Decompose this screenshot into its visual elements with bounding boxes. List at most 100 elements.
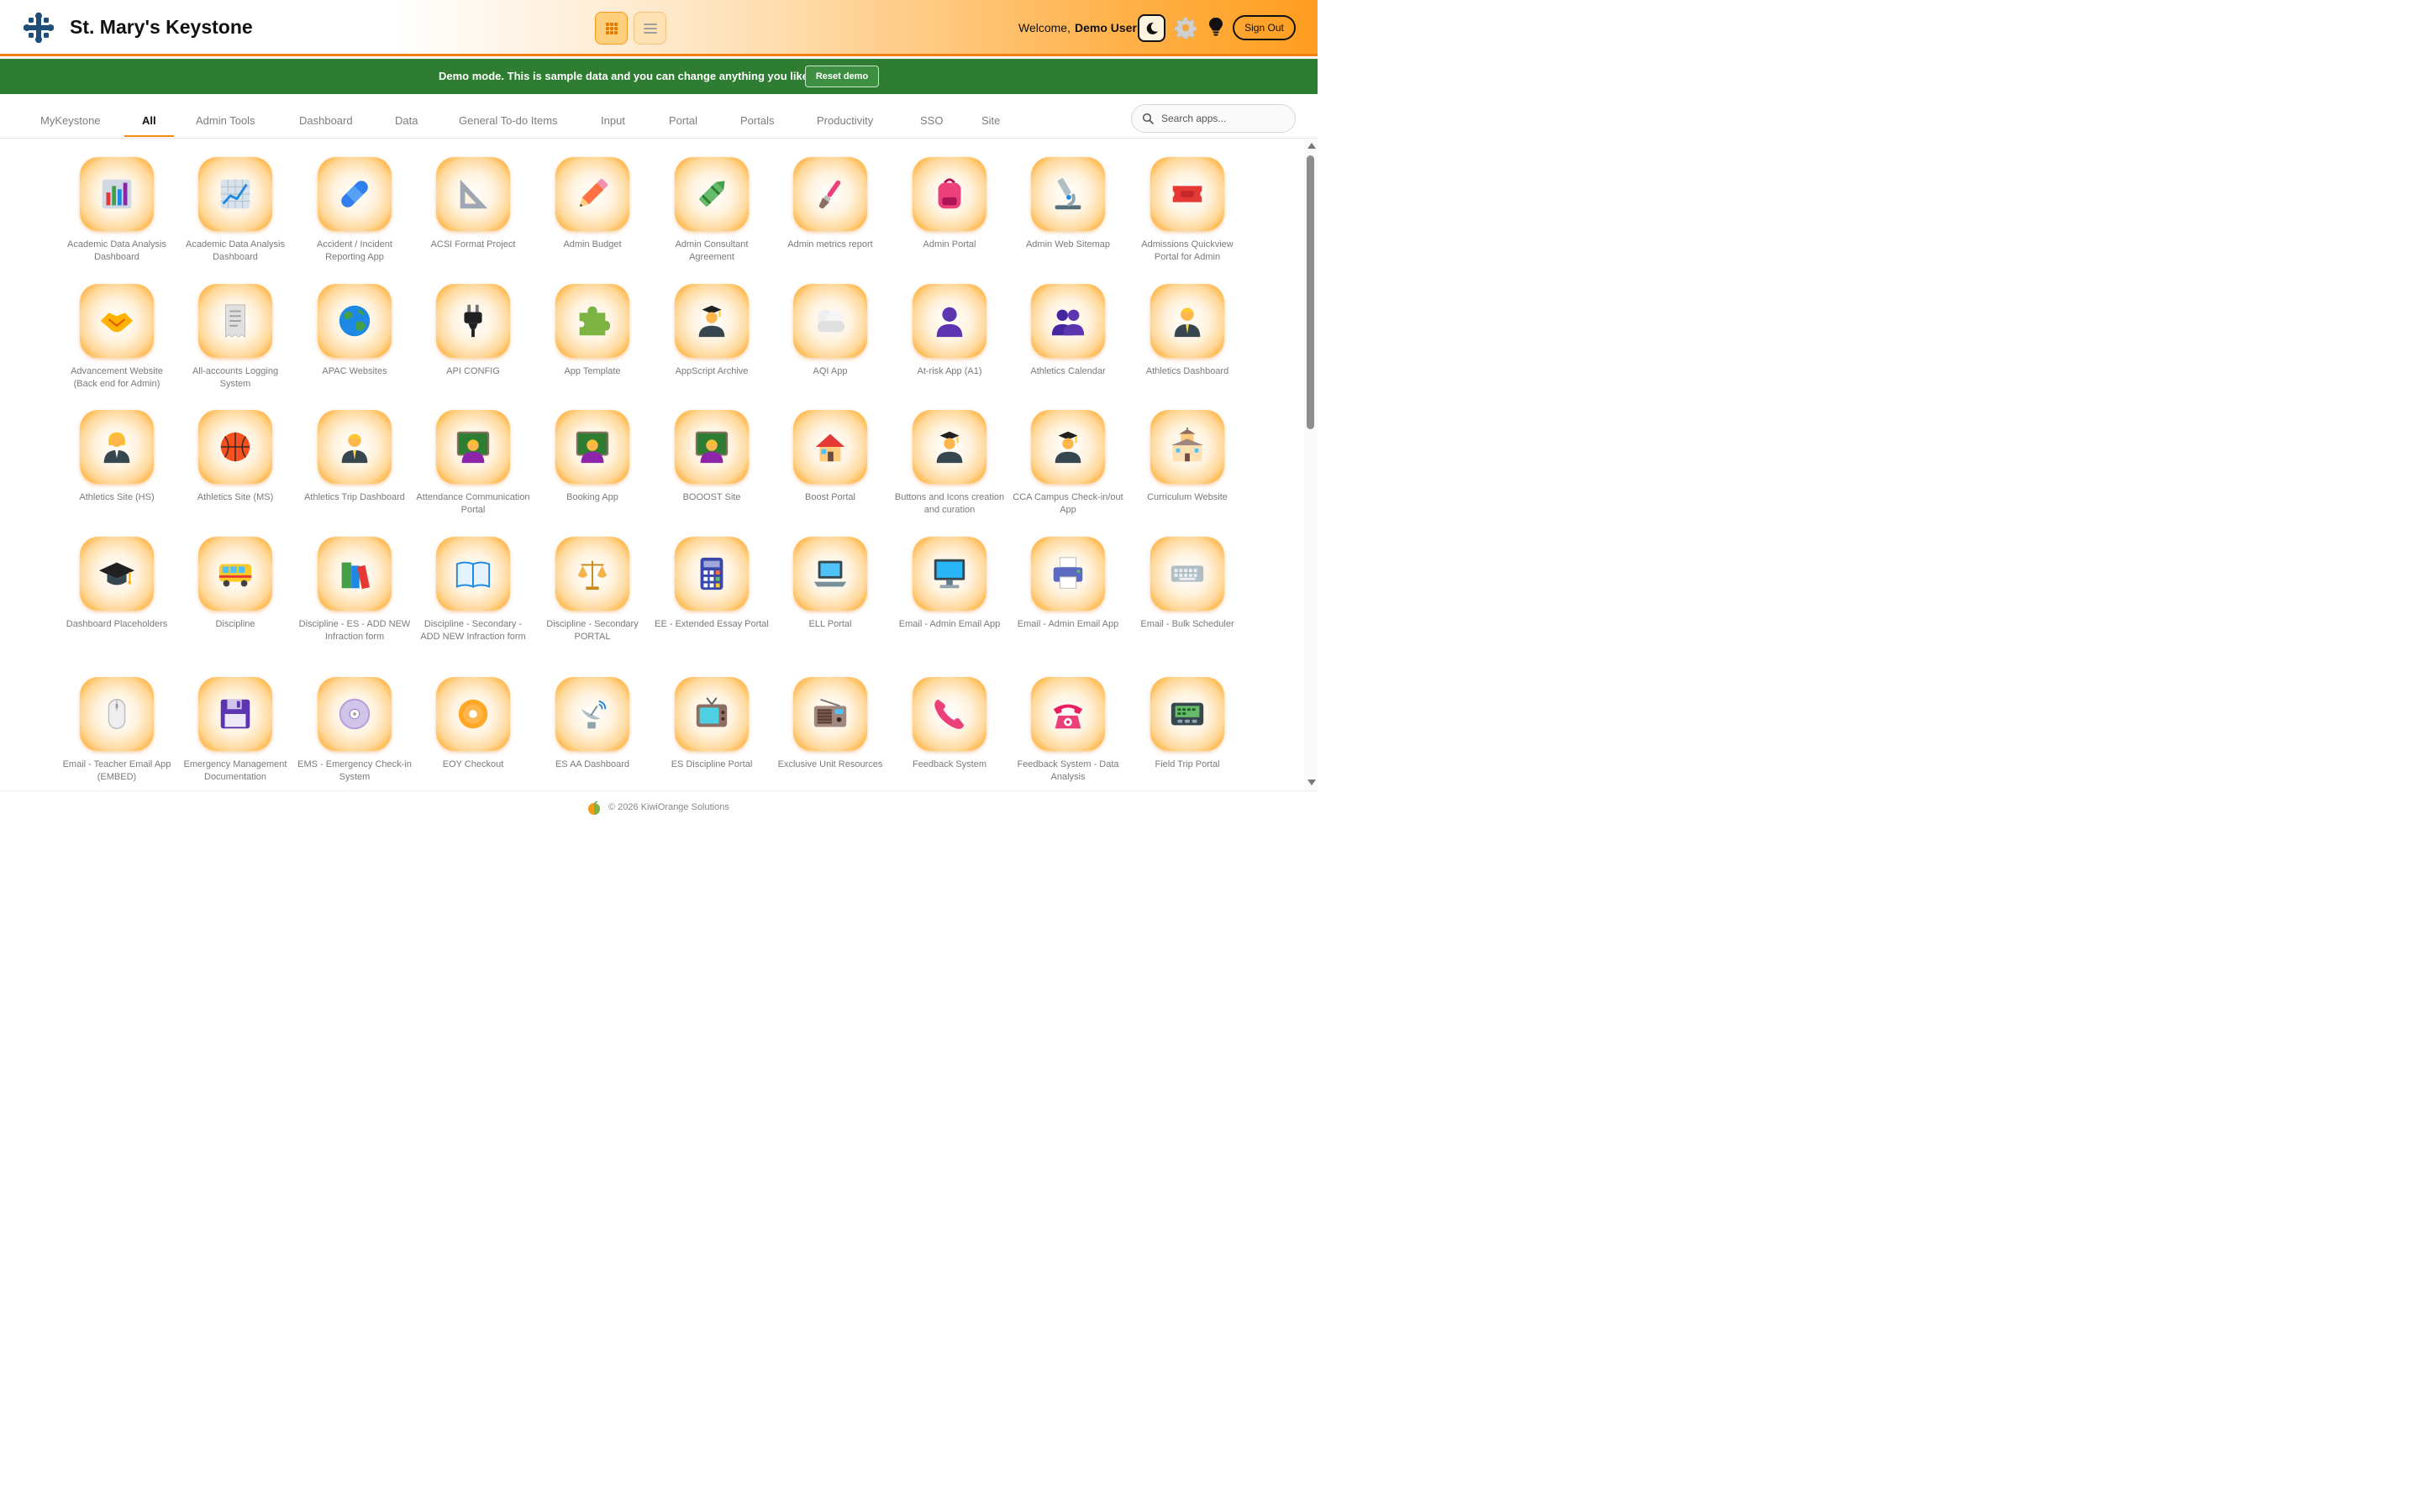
app-tile[interactable] [80,677,154,751]
tab-portal[interactable]: Portal [669,114,697,127]
app-tile[interactable] [318,284,392,358]
sign-out-button[interactable]: Sign Out [1233,15,1296,40]
lightbulb-icon[interactable] [1207,17,1225,37]
printer-icon [1053,557,1083,589]
app-tile[interactable] [913,677,986,751]
scrollbar[interactable] [1304,139,1318,790]
app-tile[interactable] [436,157,510,231]
app-label: Exclusive Unit Resources [777,759,883,769]
app-tile[interactable] [198,537,272,611]
app-tile[interactable] [198,677,272,751]
app-tile[interactable] [793,284,867,358]
list-view-button[interactable] [634,12,666,45]
app-label: Buttons and Icons creation and curation [894,492,1005,515]
app-label: Emergency Management Documentation [183,759,287,782]
search-input[interactable] [1161,113,1287,124]
app-label: Athletics Dashboard [1145,366,1229,376]
app-tile[interactable] [318,537,392,611]
app-tile[interactable] [793,157,867,231]
keystone-logo-icon[interactable] [22,11,55,45]
man-office-worker-icon [341,433,368,464]
app-tile[interactable] [555,410,629,484]
app-tile[interactable] [913,410,986,484]
app-tile[interactable] [198,284,272,358]
fog-icon [817,309,845,333]
app-label: Email - Admin Email App [898,619,1001,629]
app-label: ES AA Dashboard [555,759,630,769]
telephone-receiver-icon [934,699,965,729]
tab-dashboard[interactable]: Dashboard [299,114,353,127]
tab-productivity[interactable]: Productivity [817,114,873,127]
app-tile[interactable] [80,284,154,358]
app-tile[interactable] [318,157,392,231]
app-tile[interactable] [793,537,867,611]
app-tile[interactable] [675,677,749,751]
app-tile[interactable] [1031,157,1105,231]
app-tile[interactable] [1031,284,1105,358]
app-tile[interactable] [436,677,510,751]
app-tile[interactable] [1031,537,1105,611]
app-label: Email - Admin Email App [1017,619,1119,629]
scroll-thumb[interactable] [1307,155,1314,429]
app-tile[interactable] [913,157,986,231]
app-tile[interactable] [555,284,629,358]
gear-icon[interactable] [1175,17,1197,39]
app-tile[interactable] [198,410,272,484]
app-label: Admin Consultant Agreement [675,239,749,262]
app-tile[interactable] [555,157,629,231]
app-tile[interactable] [675,284,749,358]
dark-mode-toggle[interactable] [1138,14,1165,42]
app-tile[interactable] [436,537,510,611]
line-chart-icon [220,179,250,209]
app-tile[interactable] [1150,677,1224,751]
scroll-down-arrow-icon[interactable] [1307,780,1316,785]
app-tile[interactable] [913,284,986,358]
tab-general-todo-items[interactable]: General To-do Items [459,114,558,127]
app-tile[interactable] [1150,537,1224,611]
reset-demo-button[interactable]: Reset demo [805,66,879,87]
app-tile[interactable] [436,284,510,358]
tab-site[interactable]: Site [981,114,1000,127]
tab-data[interactable]: Data [395,114,418,127]
desktop-computer-icon [934,559,965,589]
app-tile[interactable] [555,537,629,611]
app-tile[interactable] [675,537,749,611]
app-tile[interactable] [1150,284,1224,358]
app-tile[interactable] [80,157,154,231]
app-tile[interactable] [1031,677,1105,751]
tab-all[interactable]: All [142,114,156,127]
app-label: Booking App [566,492,618,502]
app-tile[interactable] [1031,410,1105,484]
app-tile[interactable] [1150,410,1224,484]
app-tile[interactable] [675,157,749,231]
app-tile[interactable] [1150,157,1224,231]
app-tile[interactable] [675,410,749,484]
app-label: Attendance Communication Portal [416,492,530,515]
app-tile[interactable] [436,410,510,484]
search-icon [1142,113,1154,124]
scroll-up-arrow-icon[interactable] [1307,143,1316,149]
app-tile[interactable] [555,677,629,751]
app-tile[interactable] [793,677,867,751]
mouse-icon [108,699,126,729]
graduation-cap-icon [98,562,135,585]
tab-sso[interactable]: SSO [920,114,943,127]
app-tile[interactable] [318,410,392,484]
tab-input[interactable]: Input [601,114,625,127]
grid-view-button[interactable] [595,12,628,45]
app-tile[interactable] [318,677,392,751]
app-tile[interactable] [913,537,986,611]
tab-portals[interactable]: Portals [740,114,774,127]
app-label: Email - Bulk Scheduler [1140,619,1234,629]
pager-icon [1171,702,1204,726]
app-label: App Template [564,366,621,376]
app-tile[interactable] [198,157,272,231]
search-box[interactable] [1131,104,1296,133]
tab-mykeystone[interactable]: MyKeystone [40,114,101,127]
app-label: Feedback System - Data Analysis [1017,759,1119,782]
app-label: Admin metrics report [787,239,873,249]
tab-admin-tools[interactable]: Admin Tools [196,114,255,127]
app-tile[interactable] [793,410,867,484]
app-tile[interactable] [80,537,154,611]
app-tile[interactable] [80,410,154,484]
